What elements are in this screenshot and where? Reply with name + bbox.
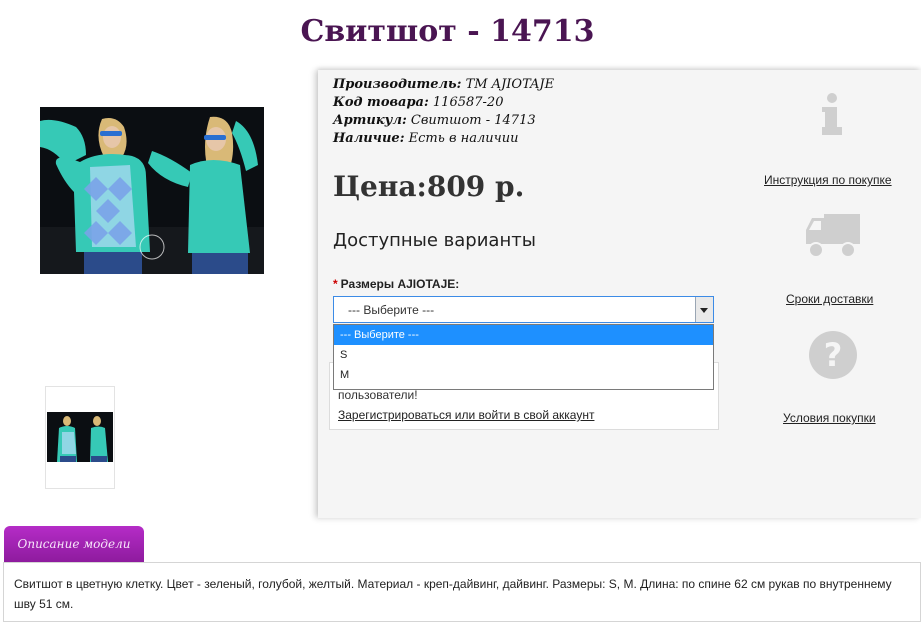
- tab-description-label: Описание модели: [17, 537, 131, 551]
- stock-value: Есть в наличии: [408, 131, 519, 146]
- manufacturer-label: Производитель:: [333, 77, 462, 92]
- size-option-m[interactable]: M: [334, 365, 713, 385]
- variants-heading: Доступные варианты: [333, 230, 536, 251]
- product-code-value: 116587-20: [432, 95, 504, 110]
- size-select-value: --- Выберите ---: [348, 303, 435, 317]
- size-select[interactable]: --- Выберите ---: [333, 296, 714, 323]
- description-panel: Свитшот в цветную клетку. Цвет - зеленый…: [3, 562, 921, 622]
- svg-text:?: ?: [824, 336, 843, 374]
- size-option-placeholder[interactable]: --- Выберите ---: [334, 325, 713, 345]
- size-field-label: * Размеры AJIOTAJE:: [333, 277, 459, 291]
- product-price: Цена:809 р.: [333, 170, 525, 203]
- manufacturer-line: Производитель: ТМ AJIOTAJE: [333, 77, 554, 92]
- product-code-line: Код товара: 116587-20: [333, 95, 503, 110]
- stock-line: Наличие: Есть в наличии: [333, 131, 518, 146]
- manufacturer-value: ТМ AJIOTAJE: [465, 77, 555, 92]
- page-title: Свитшот - 14713: [300, 14, 595, 49]
- delivery-terms-link[interactable]: Сроки доставки: [786, 292, 873, 306]
- product-main-image[interactable]: [40, 107, 264, 274]
- info-icon: [822, 93, 842, 135]
- delivery-truck-icon: [806, 214, 860, 258]
- size-option-s[interactable]: S: [334, 345, 713, 365]
- purchase-conditions-link[interactable]: Условия покупки: [783, 411, 876, 425]
- product-photo-illustration: [40, 107, 264, 274]
- size-label-text: Размеры AJIOTAJE:: [340, 277, 460, 291]
- required-mark: *: [333, 277, 338, 291]
- login-notice-text: пользователи!: [338, 388, 418, 402]
- product-thumbnail[interactable]: [45, 386, 115, 489]
- purchase-instructions-link[interactable]: Инструкция по покупке: [764, 173, 892, 187]
- thumbnail-image: [47, 412, 113, 462]
- chevron-down-icon[interactable]: [695, 297, 713, 322]
- tab-description[interactable]: Описание модели: [4, 526, 144, 562]
- article-label: Артикул:: [333, 113, 407, 128]
- size-dropdown-list: --- Выберите --- S M: [333, 324, 714, 390]
- product-code-label: Код товара:: [333, 95, 429, 110]
- stock-label: Наличие:: [333, 131, 405, 146]
- question-icon: ?: [809, 331, 857, 379]
- register-login-link[interactable]: Зарегистрироваться или войти в свой акка…: [338, 408, 594, 422]
- description-text: Свитшот в цветную клетку. Цвет - зеленый…: [14, 577, 892, 611]
- article-line: Артикул: Свитшот - 14713: [333, 113, 536, 128]
- article-value: Свитшот - 14713: [410, 113, 536, 128]
